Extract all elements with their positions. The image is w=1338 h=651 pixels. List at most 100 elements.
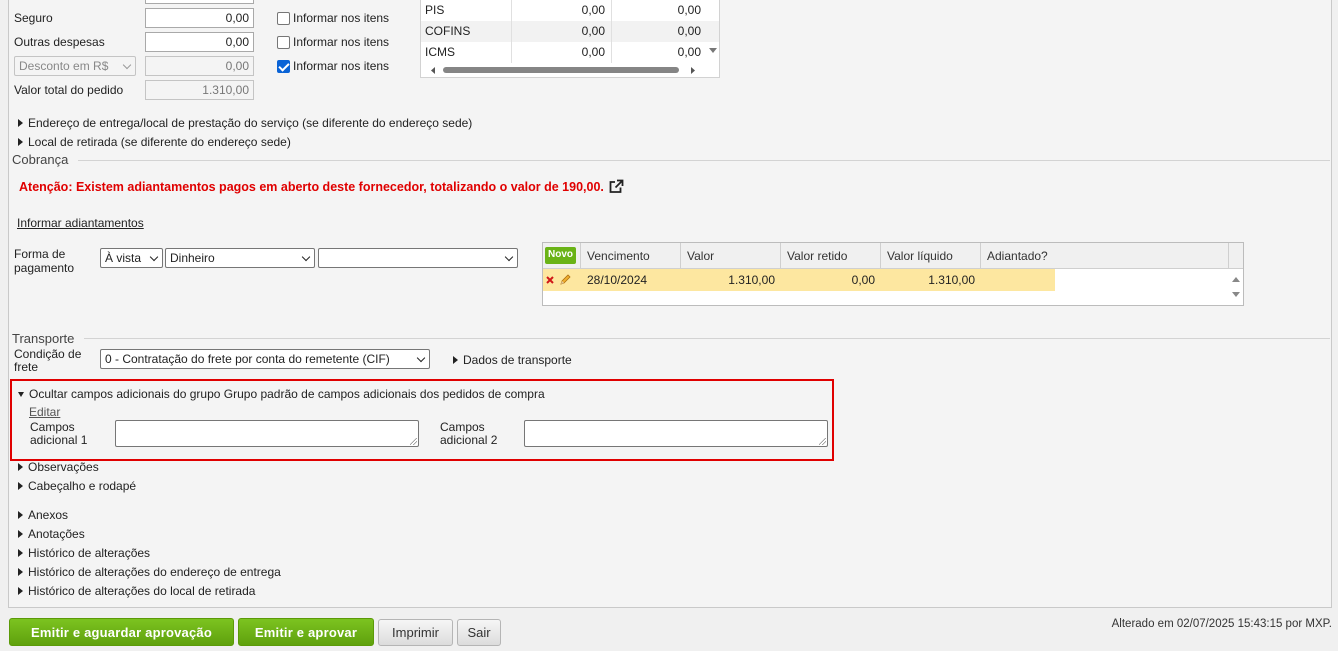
caret-right-icon — [18, 119, 23, 127]
toggle-label: Local de retirada (se diferente do ender… — [28, 135, 291, 149]
transporte-title: Transporte — [12, 331, 75, 346]
campo-adicional-1-label: Campos adicional 1 — [30, 420, 88, 447]
parcelas-grid: Novo Vencimento Valor Valor retido Valor… — [542, 242, 1244, 306]
informar-adiantamentos-link[interactable]: Informar adiantamentos — [17, 216, 144, 230]
seguro-input[interactable]: 0,00 — [145, 8, 254, 28]
novo-cell: Novo — [543, 243, 581, 268]
horizontal-scrollbar[interactable] — [425, 64, 709, 76]
scroll-up-icon[interactable] — [1231, 275, 1241, 283]
campo-adicional-2-label: Campos adicional 2 — [440, 420, 498, 447]
scroll-down-icon[interactable] — [708, 47, 718, 55]
table-row: PIS 0,00 0,00 — [421, 0, 719, 21]
toggle-dados-transporte[interactable]: Dados de transporte — [453, 353, 572, 367]
column-header[interactable]: Valor retido — [781, 243, 881, 268]
emitir-aguardar-button[interactable]: Emitir e aguardar aprovação — [9, 618, 234, 646]
caret-right-icon — [18, 587, 23, 595]
caret-right-icon — [18, 463, 23, 471]
informar-seguro-checkbox[interactable]: Informar nos itens — [277, 11, 389, 25]
emitir-aprovar-button[interactable]: Emitir e aprovar — [238, 618, 374, 646]
editar-link[interactable]: Editar — [29, 405, 60, 419]
toggle-observacoes[interactable]: Observações — [18, 460, 99, 474]
scroll-left-icon[interactable] — [429, 66, 437, 75]
toggle-local-retirada[interactable]: Local de retirada (se diferente do ender… — [18, 135, 291, 149]
toggle-campos-adicionais[interactable]: Ocultar campos adicionais do grupo Grupo… — [18, 387, 545, 401]
forma-pagamento-select[interactable]: À vista — [100, 248, 163, 268]
toggle-anotacoes[interactable]: Anotações — [18, 527, 85, 541]
outras-despesas-input[interactable]: 0,00 — [145, 32, 254, 52]
imprimir-button[interactable]: Imprimir — [378, 619, 453, 646]
campo-adicional-1-textarea[interactable] — [115, 420, 419, 447]
caret-right-icon — [18, 482, 23, 490]
previous-input-edge — [145, 0, 254, 4]
tax-value: 0,00 — [677, 24, 701, 38]
tax-value: 0,00 — [512, 21, 612, 42]
seguro-label: Seguro — [14, 11, 53, 25]
toggle-label: Histórico de alterações do endereço de e… — [28, 565, 281, 579]
toggle-endereco-entrega[interactable]: Endereço de entrega/local de prestação d… — [18, 116, 472, 130]
toggle-label: Dados de transporte — [463, 353, 572, 367]
tax-name: ICMS — [421, 42, 512, 63]
conta-select[interactable] — [318, 248, 518, 268]
informar-desconto-checkbox[interactable]: Informar nos itens — [277, 59, 389, 73]
row-actions — [543, 269, 581, 291]
divider — [84, 338, 1330, 339]
tax-value: 0,00 — [512, 42, 612, 63]
divider — [78, 160, 1330, 161]
caret-right-icon — [18, 530, 23, 538]
tax-table: PIS 0,00 0,00 COFINS 0,00 0,00 ICMS 0,00… — [420, 0, 720, 78]
sair-button[interactable]: Sair — [457, 619, 501, 646]
valor-total-label: Valor total do pedido — [14, 83, 124, 97]
caret-down-icon — [18, 392, 24, 397]
toggle-label: Histórico de alterações do local de reti… — [28, 584, 256, 598]
delete-icon[interactable] — [546, 276, 554, 284]
scroll-down-icon[interactable] — [1231, 291, 1241, 299]
toggle-label: Endereço de entrega/local de prestação d… — [28, 116, 473, 130]
edit-pencil-icon[interactable] — [559, 274, 571, 286]
novo-button[interactable]: Novo — [545, 247, 576, 264]
alterado-status: Alterado em 02/07/2025 15:43:15 por MXP. — [1111, 618, 1332, 630]
toggle-historico-entrega[interactable]: Histórico de alterações do endereço de e… — [18, 565, 281, 579]
condicao-frete-select[interactable]: 0 - Contratação do frete por conta do re… — [100, 349, 430, 369]
grid-header: Novo Vencimento Valor Valor retido Valor… — [543, 243, 1243, 269]
toggle-label: Anotações — [28, 527, 85, 541]
toggle-historico-retirada[interactable]: Histórico de alterações do local de reti… — [18, 584, 255, 598]
toggle-historico[interactable]: Histórico de alterações — [18, 546, 150, 560]
valor-retido-cell: 0,00 — [781, 269, 881, 291]
tax-value: 0,00 — [677, 3, 701, 17]
vencimento-cell: 28/10/2024 — [581, 269, 681, 291]
toggle-cabecalho-rodape[interactable]: Cabeçalho e rodapé — [18, 479, 136, 493]
adiantamento-warning: Atenção: Existem adiantamentos pagos em … — [19, 179, 624, 194]
scroll-right-icon[interactable] — [689, 66, 697, 75]
table-row: ICMS 0,00 0,00 — [421, 42, 719, 63]
valor-liquido-cell: 1.310,00 — [881, 269, 981, 291]
toggle-label: Histórico de alterações — [28, 546, 151, 560]
column-header[interactable]: Adiantado? — [981, 243, 1229, 268]
outras-despesas-label: Outras despesas — [14, 35, 105, 49]
tax-value: 0,00 — [677, 45, 701, 59]
column-header[interactable]: Valor — [681, 243, 781, 268]
caret-right-icon — [18, 511, 23, 519]
checkbox-label: Informar nos itens — [293, 11, 390, 25]
desconto-input[interactable]: 0,00 — [145, 56, 254, 76]
checkbox-label: Informar nos itens — [293, 35, 390, 49]
column-header[interactable]: Vencimento — [581, 243, 681, 268]
desconto-type-select[interactable]: Desconto em R$ — [14, 56, 136, 76]
meio-pagamento-select[interactable]: Dinheiro — [165, 248, 315, 268]
table-row: COFINS 0,00 0,00 — [421, 21, 719, 42]
toggle-anexos[interactable]: Anexos — [18, 508, 68, 522]
caret-right-icon — [453, 356, 458, 364]
caret-right-icon — [18, 138, 23, 146]
informar-outras-checkbox[interactable]: Informar nos itens — [277, 35, 389, 49]
tax-name: COFINS — [421, 21, 512, 42]
toggle-label: Observações — [28, 460, 99, 474]
forma-pagamento-label: Forma de pagamento — [14, 247, 75, 275]
external-link-icon[interactable] — [608, 179, 624, 194]
column-header[interactable]: Valor líquido — [881, 243, 981, 268]
valor-cell: 1.310,00 — [681, 269, 781, 291]
toggle-label: Cabeçalho e rodapé — [28, 479, 137, 493]
scrollbar-thumb[interactable] — [443, 67, 679, 73]
tax-name: PIS — [421, 0, 512, 21]
warning-text: Atenção: Existem adiantamentos pagos em … — [19, 179, 604, 194]
table-row[interactable]: 28/10/2024 1.310,00 0,00 1.310,00 — [543, 269, 1243, 291]
campo-adicional-2-textarea[interactable] — [524, 420, 828, 447]
